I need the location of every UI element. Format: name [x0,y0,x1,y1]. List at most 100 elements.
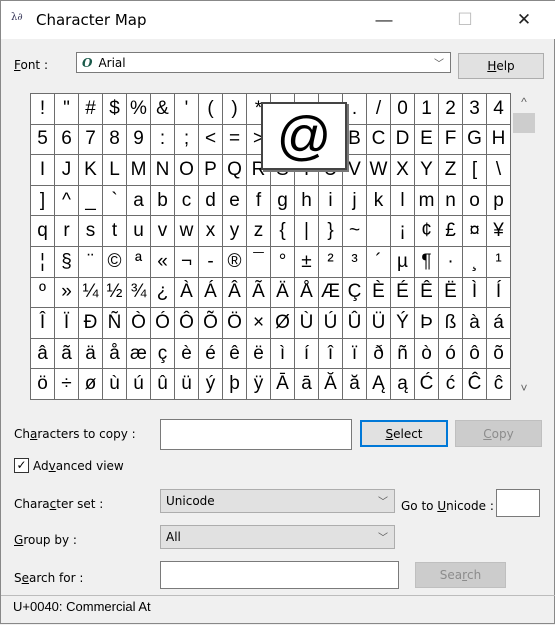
character-cell[interactable]: w [175,216,199,247]
character-cell[interactable]: ö [31,369,55,400]
character-cell[interactable]: ³ [343,246,367,278]
character-cell[interactable]: Û [343,308,367,339]
character-cell[interactable]: b [151,185,175,217]
go-to-unicode-input[interactable] [496,489,540,517]
character-cell[interactable]: / [367,94,391,125]
character-cell[interactable]: Ă [319,369,343,400]
character-cell[interactable]: ô [463,338,487,370]
character-cell[interactable]: ü [175,369,199,400]
character-cell[interactable]: x [199,216,223,247]
character-cell[interactable]: ¢ [415,216,439,247]
advanced-view-label[interactable]: Advanced view [33,459,124,473]
character-cell[interactable]: ã [55,338,79,370]
character-cell[interactable]: ą [391,369,415,400]
character-cell[interactable]: ò [415,338,439,370]
character-cell[interactable]: ¶ [415,246,439,278]
character-cell[interactable]: ĉ [487,369,511,400]
character-cell[interactable]: ^ [55,185,79,217]
character-cell[interactable]: H [487,124,511,156]
character-cell[interactable]: ' [175,94,199,125]
character-cell[interactable]: ú [127,369,151,400]
scroll-up-icon[interactable]: ^ [512,95,536,109]
character-cell[interactable]: ; [175,124,199,156]
character-cell[interactable]: ² [319,246,343,278]
character-cell[interactable]: ( [199,94,223,125]
close-button[interactable]: ✕ [501,1,547,39]
character-cell[interactable]: û [151,369,175,400]
character-cell[interactable]: ¸ [463,246,487,278]
character-cell[interactable]: ° [271,246,295,278]
character-cell[interactable]: â [31,338,55,370]
character-cell[interactable]: 9 [127,124,151,156]
character-cell[interactable]: þ [223,369,247,400]
character-cell[interactable]: 6 [55,124,79,156]
character-cell[interactable]: Ā [271,369,295,400]
character-cell[interactable]: È [367,277,391,309]
character-cell[interactable]: Æ [319,277,343,309]
character-cell[interactable]: î [319,338,343,370]
select-button[interactable]: Select [360,420,448,447]
character-cell[interactable]: « [151,246,175,278]
character-cell[interactable]: § [55,246,79,278]
character-cell[interactable]: ¨ [79,246,103,278]
character-cell[interactable]: Þ [415,308,439,339]
scroll-down-icon[interactable]: ˅ [512,381,536,395]
character-cell[interactable]: ½ [103,277,127,309]
character-cell[interactable]: - [199,246,223,278]
character-cell[interactable]: Ï [55,308,79,339]
character-cell[interactable]: Ë [439,277,463,309]
help-button[interactable]: Help [458,53,544,79]
character-cell[interactable]: · [439,246,463,278]
character-cell[interactable]: ÷ [55,369,79,400]
font-dropdown[interactable]: O Arial ﹀ [76,52,451,73]
search-input[interactable] [160,561,399,589]
character-cell[interactable] [367,216,391,247]
character-cell[interactable]: Í [487,277,511,309]
character-cell[interactable]: ` [103,185,127,217]
character-cell[interactable]: ± [295,246,319,278]
character-cell[interactable]: % [127,94,151,125]
character-cell[interactable]: ä [79,338,103,370]
character-cell[interactable]: ñ [391,338,415,370]
character-cell[interactable]: 5 [31,124,55,156]
character-cell[interactable]: Ć [415,369,439,400]
character-cell[interactable]: ¾ [127,277,151,309]
character-cell[interactable]: ¡ [391,216,415,247]
character-cell[interactable]: à [463,308,487,339]
character-cell[interactable]: f [247,185,271,217]
character-cell[interactable]: × [247,308,271,339]
character-cell[interactable]: Å [295,277,319,309]
character-cell[interactable]: v [151,216,175,247]
character-cell[interactable]: Ê [415,277,439,309]
character-cell[interactable]: Õ [199,308,223,339]
character-cell[interactable]: i [319,185,343,217]
character-cell[interactable]: ý [199,369,223,400]
character-cell[interactable]: Ì [463,277,487,309]
character-cell[interactable]: Ð [79,308,103,339]
character-cell[interactable]: Ý [391,308,415,339]
character-cell[interactable]: µ [391,246,415,278]
character-cell[interactable]: ë [247,338,271,370]
character-cell[interactable]: Ö [223,308,247,339]
character-cell[interactable]: À [175,277,199,309]
character-cell[interactable]: Q [223,155,247,186]
character-cell[interactable]: 7 [79,124,103,156]
character-cell[interactable]: å [103,338,127,370]
copy-button[interactable]: Copy [455,420,542,447]
character-cell[interactable]: & [151,94,175,125]
character-cell[interactable]: æ [127,338,151,370]
character-cell[interactable]: è [175,338,199,370]
character-cell[interactable]: s [79,216,103,247]
character-cell[interactable]: G [463,124,487,156]
character-cell[interactable]: ~ [343,216,367,247]
advanced-view-checkbox[interactable]: ✓ [14,458,29,473]
character-cell[interactable]: t [103,216,127,247]
group-by-dropdown[interactable]: All ﹀ [160,525,395,549]
character-cell[interactable]: [ [463,155,487,186]
character-cell[interactable]: $ [103,94,127,125]
character-cell[interactable]: ì [271,338,295,370]
character-cell[interactable]: Ô [175,308,199,339]
character-cell[interactable]: ) [223,94,247,125]
character-cell[interactable]: Ã [247,277,271,309]
character-cell[interactable]: ´ [367,246,391,278]
